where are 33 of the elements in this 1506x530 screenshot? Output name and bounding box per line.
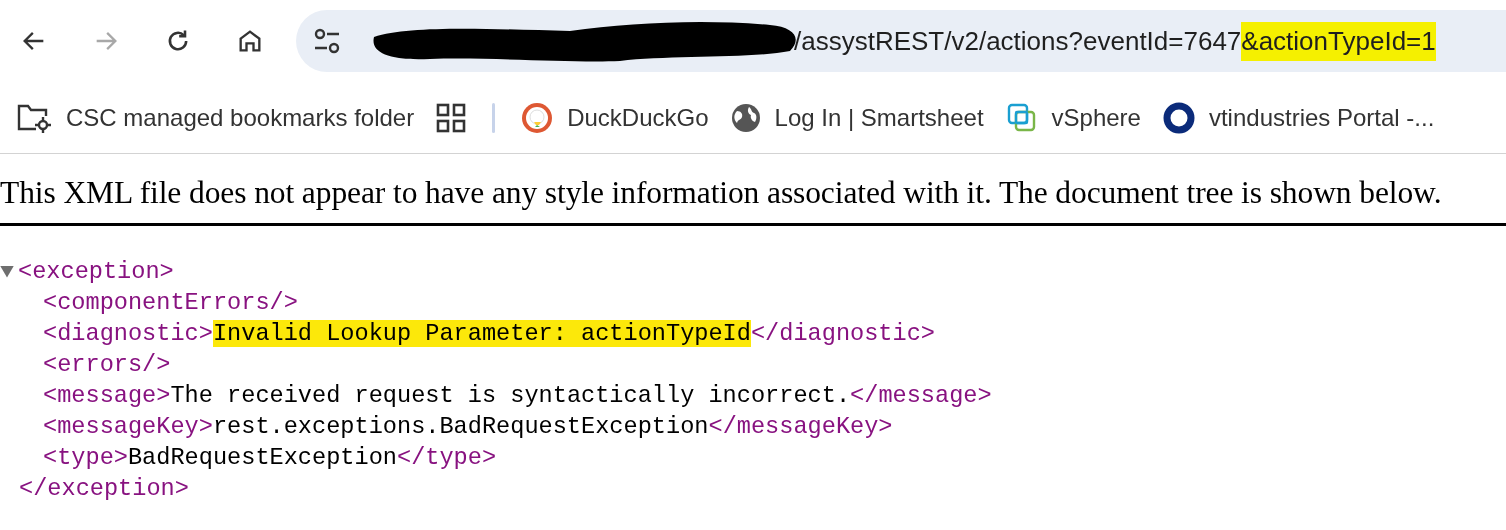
- bookmark-link[interactable]: vSphere: [1005, 99, 1141, 136]
- ring-icon: [1162, 101, 1195, 134]
- xml-tag: <componentErrors/>: [43, 289, 298, 316]
- collapse-toggle-icon[interactable]: [0, 265, 14, 278]
- xml-tag: </messageKey>: [708, 413, 893, 440]
- highlighted-url-text: &actionTypeId=1: [1241, 21, 1436, 61]
- address-bar[interactable]: /assystREST/v2/actions?eventId=7647&actionTypeId=1: [296, 10, 1506, 72]
- url-text: /assystREST/v2/actions?eventId=7647: [794, 24, 1242, 58]
- bookmark-link[interactable]: Log In | Smartsheet: [730, 99, 984, 136]
- bookmark-link[interactable]: DuckDuckGo: [521, 99, 709, 136]
- site-settings-icon[interactable]: [312, 28, 342, 54]
- xml-text: The received request is syntactically incorrect.: [170, 382, 851, 409]
- bookmark-link[interactable]: CSC managed bookmarks folder: [16, 99, 415, 136]
- globe-icon: [730, 102, 761, 133]
- xml-tag: <message>: [43, 382, 171, 409]
- stacked-squares-icon: [1005, 101, 1038, 134]
- xml-tag: <exception>: [18, 256, 174, 287]
- xml-tag: <messageKey>: [43, 413, 213, 440]
- xml-text: Invalid Lookup Parameter: actionTypeId: [212, 320, 751, 347]
- info-message: This XML file does not appear to have any style information associated with it. The document tree is shown below.: [0, 176, 1443, 210]
- xml-text: BadRequestException: [127, 444, 397, 471]
- duck-logo-icon: [521, 101, 554, 134]
- xml-tag: </message>: [850, 382, 992, 409]
- managed-folder-icon: [16, 102, 52, 133]
- xml-tag: </diagnostic>: [750, 320, 935, 347]
- xml-tag: </type>: [396, 444, 497, 471]
- xml-tag: <errors/>: [43, 351, 171, 378]
- apps-grid-icon[interactable]: [436, 102, 467, 133]
- xml-tag: <diagnostic>: [43, 320, 213, 347]
- xml-text: rest.exceptions.BadRequestException: [212, 413, 709, 440]
- bookmark-link[interactable]: vtindustries Portal -...: [1162, 99, 1435, 136]
- xml-tag: <type>: [43, 444, 128, 471]
- xml-tag: </exception>: [19, 475, 189, 502]
